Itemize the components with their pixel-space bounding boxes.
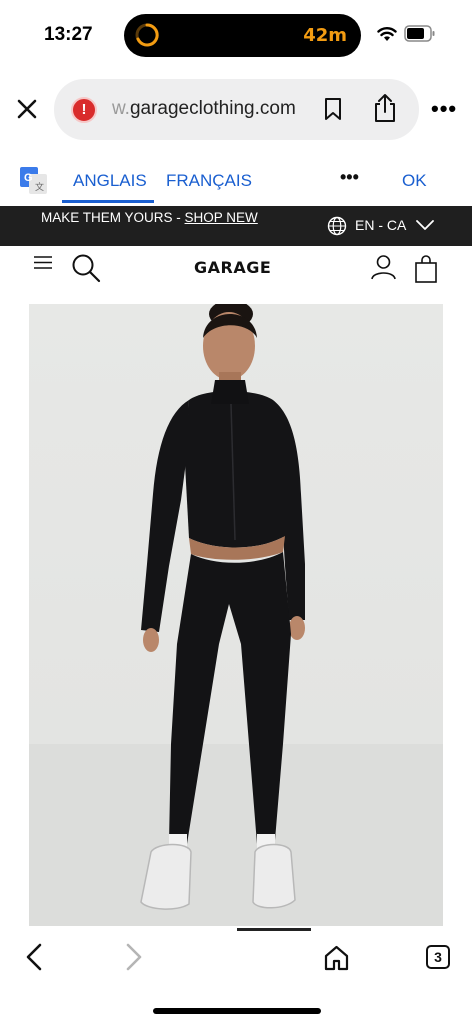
menu-icon[interactable] [34,256,52,269]
more-icon[interactable]: ••• [431,97,459,121]
home-icon[interactable] [323,944,350,971]
alert-glyph: ! [81,101,87,118]
tab-source-language[interactable]: ANGLAIS [73,171,147,191]
tabs-icon[interactable]: 3 [426,945,450,969]
globe-icon[interactable] [327,216,347,236]
translate-bar: G 文 ANGLAIS FRANÇAIS ••• OK [0,158,472,204]
url-prefix: w. [112,98,130,119]
tab-target-language[interactable]: FRANÇAIS [166,171,252,191]
url-domain: garageclothing.com [129,98,296,119]
chevron-down-icon[interactable] [416,219,434,231]
home-indicator [153,1008,321,1014]
timer-readout: 42m [303,25,347,46]
svg-text:G: G [24,172,33,184]
forward-icon[interactable] [124,942,144,972]
close-icon[interactable] [14,96,40,122]
bookmark-icon[interactable] [322,97,344,121]
svg-text:文: 文 [35,181,44,193]
locale-selector[interactable]: EN - CA [355,217,406,233]
account-icon[interactable] [371,254,396,280]
clock: 13:27 [44,24,93,45]
back-icon[interactable] [24,942,44,972]
share-icon[interactable] [372,93,398,123]
url-text[interactable]: w.garageclothing.com [112,98,307,120]
wifi-icon [377,27,397,41]
model-illustration [29,304,443,926]
address-bar[interactable]: ! w.garageclothing.com [54,79,419,140]
timer-ring-icon [135,23,159,47]
bag-icon[interactable] [414,255,438,283]
site-logo[interactable]: GARAGE [194,258,271,277]
google-translate-icon: G 文 [20,167,47,194]
shop-new-link[interactable]: SHOP NEW [185,210,258,225]
site-alert-icon[interactable]: ! [71,97,97,123]
promo-banner: MAKE THEM YOURS - SHOP NEW EN - CA [0,206,472,246]
translate-more-icon[interactable]: ••• [340,167,359,188]
carousel-indicator [237,928,311,931]
battery-icon [404,25,435,42]
dynamic-island[interactable]: 42m [124,14,361,57]
translate-ok-button[interactable]: OK [402,171,427,191]
promo-text: MAKE THEM YOURS - SHOP NEW [41,210,258,225]
promo-message: MAKE THEM YOURS - [41,210,185,225]
product-image[interactable] [29,304,443,926]
search-icon[interactable] [71,253,101,283]
status-bar: 13:27 42m [0,0,472,70]
active-tab-indicator [62,200,154,203]
